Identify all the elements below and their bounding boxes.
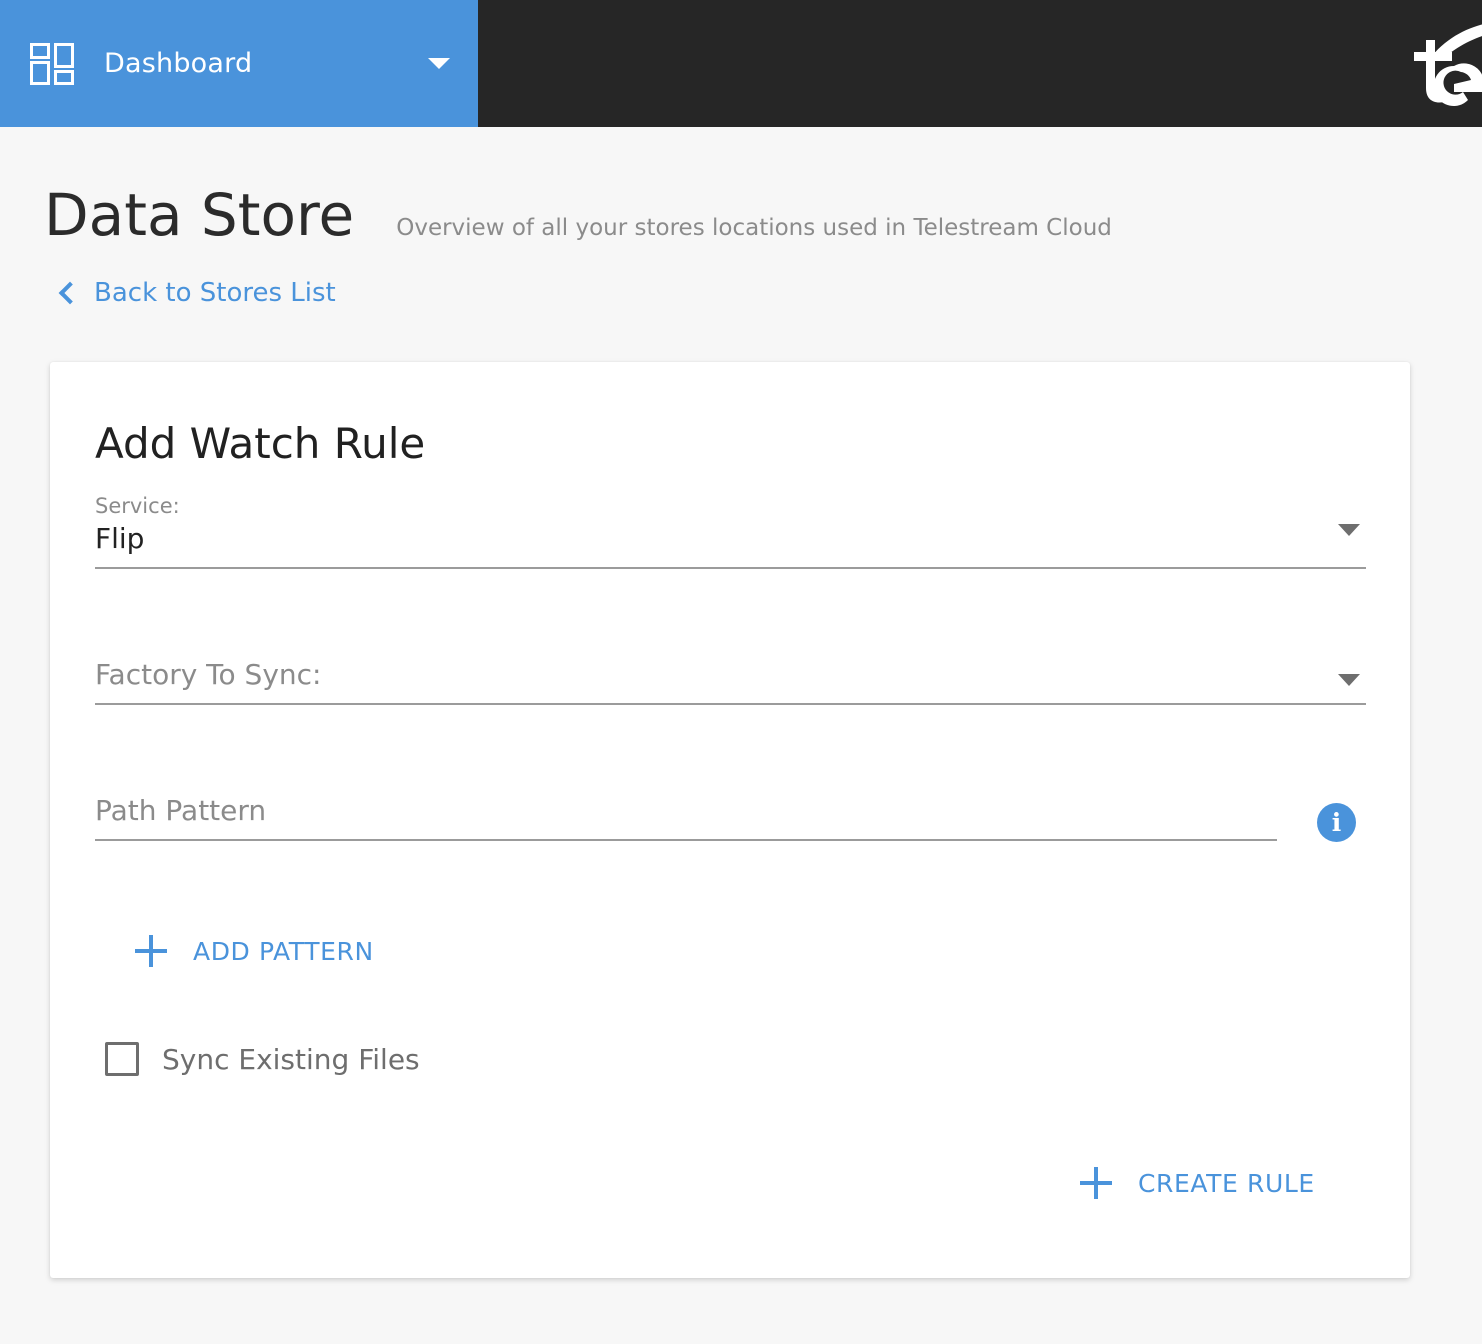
- page-header: Data Store Overview of all your stores l…: [44, 186, 1112, 244]
- caret-down-icon[interactable]: [1338, 524, 1360, 536]
- nav-dashboard-label: Dashboard: [104, 48, 253, 79]
- plus-icon: [1080, 1167, 1112, 1199]
- dashboard-grid-icon: [30, 42, 74, 85]
- info-icon[interactable]: i: [1317, 803, 1356, 842]
- path-pattern-placeholder: Path Pattern: [95, 794, 267, 827]
- chevron-down-icon[interactable]: [428, 58, 450, 69]
- card-title: Add Watch Rule: [95, 419, 426, 468]
- sync-existing-files-checkbox-row[interactable]: Sync Existing Files: [105, 1042, 420, 1076]
- path-pattern-field[interactable]: Path Pattern: [95, 794, 1277, 841]
- service-label: Service:: [95, 494, 180, 518]
- create-rule-label: CREATE RULE: [1138, 1168, 1315, 1198]
- telestream-logo: [1392, 22, 1482, 106]
- path-pattern-underline: [95, 839, 1277, 841]
- service-select-field[interactable]: Service: Flip: [95, 494, 1366, 569]
- factory-to-sync-select-field[interactable]: Factory To Sync:: [95, 658, 1366, 705]
- add-watch-rule-card: Add Watch Rule Service: Flip Factory To …: [50, 362, 1410, 1278]
- factory-to-sync-placeholder: Factory To Sync:: [95, 658, 322, 691]
- nav-dashboard-button[interactable]: Dashboard: [0, 0, 478, 127]
- page-title: Data Store: [44, 181, 355, 249]
- back-link-label: Back to Stores List: [94, 278, 336, 308]
- sync-existing-files-label: Sync Existing Files: [162, 1042, 420, 1076]
- add-pattern-label: ADD PATTERN: [193, 936, 374, 966]
- add-pattern-button[interactable]: ADD PATTERN: [135, 935, 374, 967]
- factory-field-underline: [95, 703, 1366, 705]
- page-subtitle: Overview of all your stores locations us…: [396, 215, 1112, 241]
- create-rule-button[interactable]: CREATE RULE: [1080, 1167, 1315, 1199]
- service-selected-value: Flip: [95, 522, 145, 555]
- caret-down-icon[interactable]: [1338, 674, 1360, 686]
- back-to-stores-list-link[interactable]: Back to Stores List: [58, 278, 336, 308]
- sync-existing-files-checkbox[interactable]: [105, 1042, 139, 1076]
- top-bar: Dashboard: [0, 0, 1482, 127]
- chevron-left-icon: [58, 281, 82, 305]
- plus-icon: [135, 935, 167, 967]
- service-field-underline: [95, 567, 1366, 569]
